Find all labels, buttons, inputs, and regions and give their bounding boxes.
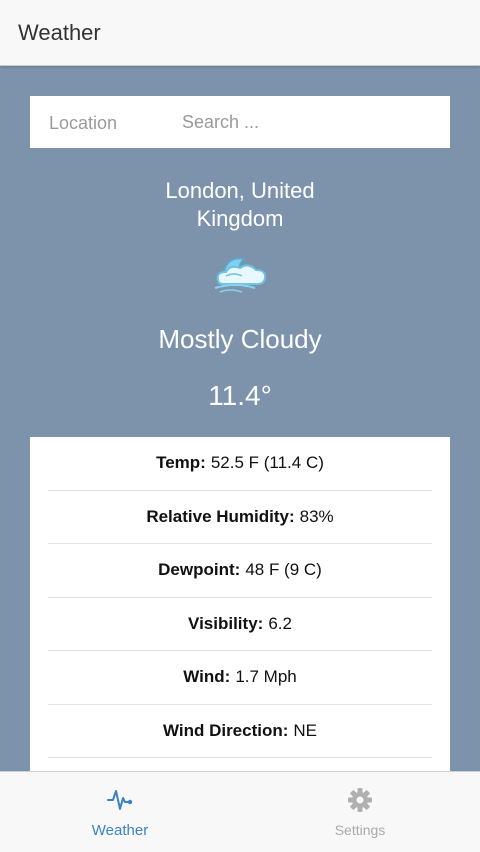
detail-label: Wind:: [183, 667, 231, 687]
detail-row-wind: Wind: 1.7 Mph: [48, 651, 432, 705]
detail-value: 6.2: [268, 613, 292, 633]
partly-cloudy-icon: [210, 250, 270, 294]
gear-icon: [348, 788, 372, 812]
detail-value: 48 F (9 C): [245, 560, 322, 580]
location-line-1: London, United: [165, 178, 315, 203]
detail-row-temp: Temp: 52.5 F (11.4 C): [48, 437, 432, 491]
detail-label: Relative Humidity:: [146, 506, 295, 526]
location-line-2: Kingdom: [196, 206, 284, 231]
tab-bar: Weather Settings: [0, 771, 480, 852]
current-temperature: 11.4°: [208, 380, 272, 411]
tab-settings[interactable]: Settings: [240, 772, 480, 852]
detail-row-humidity: Relative Humidity: 83%: [48, 491, 432, 544]
detail-value: 83%: [299, 506, 334, 526]
search-bar[interactable]: Location: [30, 96, 450, 148]
detail-value: 52.5 F (11.4 C): [210, 453, 324, 473]
search-input[interactable]: [182, 106, 442, 138]
pulse-icon: [107, 790, 133, 810]
detail-row-wind-direction: Wind Direction: NE: [48, 705, 432, 758]
detail-label: Visibility:: [188, 613, 264, 633]
app-header: Weather: [0, 0, 480, 66]
detail-label: Temp:: [156, 453, 206, 473]
detail-row-visibility: Visibility: 6.2: [48, 598, 432, 651]
detail-value: 1.7 Mph: [235, 667, 297, 687]
tab-weather[interactable]: Weather: [0, 772, 240, 852]
weather-condition: Mostly Cloudy: [158, 324, 322, 354]
header-title: Weather: [18, 20, 101, 45]
details-panel: Temp: 52.5 F (11.4 C) Relative Humidity:…: [30, 437, 450, 777]
search-label: Location: [49, 113, 118, 133]
detail-label: Dewpoint:: [158, 560, 241, 580]
detail-row-dewpoint: Dewpoint: 48 F (9 C): [48, 544, 432, 598]
location-name: London, United Kingdom: [120, 177, 360, 233]
tab-settings-label: Settings: [334, 822, 386, 838]
detail-value: NE: [293, 720, 318, 740]
tab-weather-label: Weather: [91, 822, 149, 839]
detail-label: Wind Direction:: [162, 720, 289, 740]
